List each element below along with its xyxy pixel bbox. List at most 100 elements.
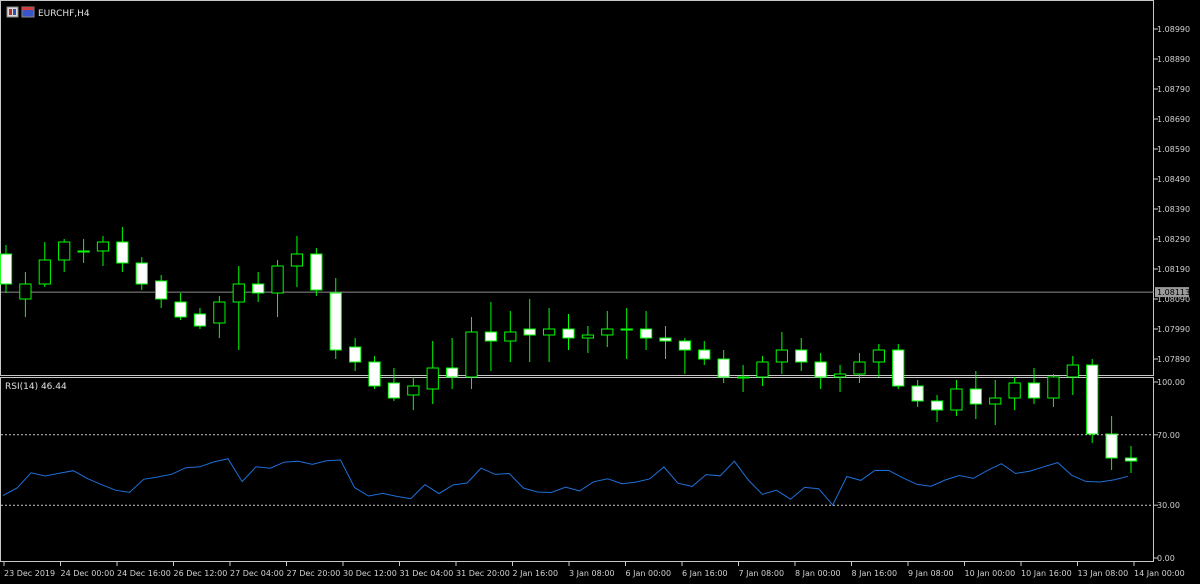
chart-title: EURCHF,H4 [38,9,90,19]
x-tick-label: 2 Jan 16:00 [513,569,559,578]
x-tick-label: 8 Jan 16:00 [852,569,898,578]
price-y-tick-label: 1.07890 [1157,355,1190,364]
candle-body-bull [290,253,304,267]
candle-body-bull [407,385,420,396]
price-y-tick-label: 1.08490 [1157,175,1190,184]
candle-body-bull [1066,364,1079,378]
candle-body-bear [1086,364,1099,435]
candle-body-bull [853,361,866,375]
candle-body-bear [368,361,381,387]
candle-body-bull [96,241,110,252]
candle-body-bear [484,331,498,342]
candle-body-bull [465,331,478,378]
chart-root: EURCHF,H4 RSI(14) 46.44 1.08990 1.08890 1.… [0,0,1190,578]
rsi-y-tick-label: 0.00 [1157,554,1175,563]
candle-body-bull [232,283,245,303]
candle-body-bull [581,334,595,339]
candle-body-bear [814,361,827,378]
x-tick-label: 31 Dec 20:00 [456,569,510,578]
x-tick-label: 9 Jan 08:00 [908,569,954,578]
x-tick-label: 26 Dec 12:00 [174,569,228,578]
candle [1086,359,1099,443]
rsi-y-tick-label: 100.00 [1157,378,1185,387]
x-tick-label: 27 Dec 04:00 [230,569,284,578]
candle-body-bear [795,349,808,363]
x-tick-label: 30 Dec 12:00 [343,569,397,578]
candle-body-bull [989,397,1002,405]
candle-body-bull [271,265,284,294]
x-tick-label: 24 Dec 16:00 [117,569,171,578]
price-y-tick-label: 1.08290 [1157,235,1190,244]
candle-body-bull [77,250,90,253]
candle-body-bull [38,259,51,285]
x-tick-label: 10 Jan 00:00 [965,569,1016,578]
price-y-tick-label: 1.08690 [1157,115,1190,124]
candle-body-bear [1027,382,1041,399]
candle-body-bear [329,292,342,351]
rsi-y-tick-label: 70.00 [1157,431,1180,440]
candle-body-bear [387,382,401,399]
current-price-label: 1.08113 [1157,288,1190,297]
x-tick-label: 24 Dec 00:00 [61,569,115,578]
x-tick-label: 10 Jan 16:00 [1021,569,1072,578]
candle [892,344,905,389]
candle-body-bear [1124,457,1138,462]
price-panel[interactable] [0,0,1154,376]
candle-body-bear [135,262,148,285]
rsi-title: RSI(14) 46.44 [5,382,67,392]
x-tick-label: 23 Dec 2019 [4,569,55,578]
price-y-tick-label: 1.08590 [1157,145,1190,154]
candle-body-bull [19,283,32,300]
candle-body-bear [1105,433,1118,459]
candle-body-bear [0,253,13,285]
candle-body-bull [1008,382,1021,399]
rsi-y-tick-label: 30.00 [1157,501,1180,510]
rsi-panel[interactable] [0,377,1154,562]
candle-body-bull [601,328,614,336]
candle-body-bear [310,253,323,291]
x-tick-label: 6 Jan 16:00 [682,569,728,578]
candle-body-bear [911,385,924,402]
x-axis: 23 Dec 2019 24 Dec 00:00 24 Dec 16:00 26 De… [3,562,1185,578]
candle-body-bull [542,328,556,336]
x-tick-label: 13 Jan 08:00 [1078,569,1129,578]
x-tick-label: 7 Jan 08:00 [739,569,785,578]
candle-body-bear [349,346,362,363]
candle-body-bear [639,328,653,339]
x-tick-label: 31 Dec 04:00 [400,569,454,578]
candle-body-bull [58,241,71,261]
candle-body-bull [833,373,847,378]
candle-body-bull [872,349,885,363]
candle-body-bull [950,388,963,411]
chart-window-icon[interactable] [6,6,19,18]
candle-body-bear [116,241,129,264]
candle-body-bear [717,358,730,378]
x-tick-label: 14 Jan 00:00 [1134,569,1185,578]
x-tick-label: 3 Jan 08:00 [569,569,615,578]
price-y-tick-label: 1.08190 [1157,265,1190,274]
candle-body-bear [252,283,265,294]
candle-body-bull [736,376,750,379]
x-tick-label: 27 Dec 20:00 [287,569,341,578]
price-y-tick-label: 1.07990 [1157,325,1190,334]
flag-icon [21,6,35,18]
candle-body-bull [426,367,439,390]
price-y-tick-label: 1.08790 [1157,85,1190,94]
candle-body-bear [678,340,692,351]
x-tick-label: 8 Jan 00:00 [795,569,841,578]
candle-body-bull [756,361,769,378]
candle-body-bear [698,349,711,360]
candle-body-bear [155,280,168,300]
x-tick-label: 6 Jan 00:00 [626,569,672,578]
candle [310,248,323,296]
candle-body-bear [523,328,536,336]
candle-body-bear [445,367,459,378]
candle-body-bear [930,400,944,411]
price-y-tick-label: 1.08890 [1157,55,1190,64]
candle-body-bear [892,349,905,387]
candle-body-bear [969,388,982,405]
candle-body-bear [562,328,575,339]
price-y-tick-label: 1.08990 [1157,25,1190,34]
price-y-tick-label: 1.08390 [1157,205,1190,214]
candle-body-bear [174,301,187,318]
